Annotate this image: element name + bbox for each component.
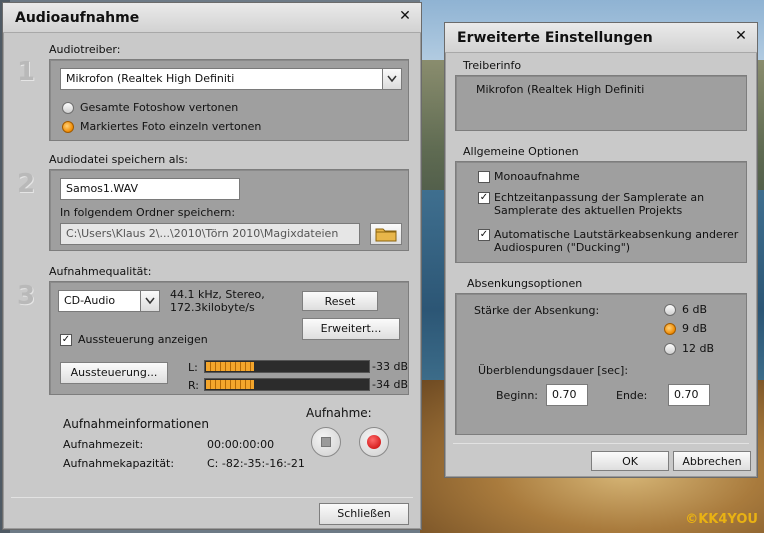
record-button[interactable] <box>359 427 389 457</box>
step-number-3: 3 <box>17 281 36 311</box>
record-capacity-value: C: -82:-35:-16:-21 <box>207 457 305 470</box>
radio-strength-6db[interactable] <box>664 304 676 316</box>
step-number-1: 1 <box>17 57 36 87</box>
quality-select[interactable]: CD-Audio <box>58 290 160 312</box>
driver-info-group: Mikrofon (Realtek High Definiti <box>455 75 747 131</box>
mono-checkbox[interactable] <box>478 171 490 183</box>
end-label: Ende: <box>616 389 648 402</box>
begin-input[interactable]: 0.70 <box>546 384 588 406</box>
driver-info-value: Mikrofon (Realtek High Definiti <box>476 83 645 96</box>
radio-strength-9db-label: 9 dB <box>682 322 708 335</box>
ducking-options-group: Stärke der Absenkung: 6 dB 9 dB 12 dB Üb… <box>455 293 747 435</box>
radio-strength-12db[interactable] <box>664 343 676 355</box>
level-meter-right-fill <box>206 380 254 389</box>
folder-label: In folgendem Ordner speichern: <box>60 206 236 219</box>
close-icon[interactable]: ✕ <box>397 8 413 24</box>
radio-strength-9db[interactable] <box>664 323 676 335</box>
general-options-heading: Allgemeine Optionen <box>463 145 579 158</box>
file-heading: Audiodatei speichern als: <box>49 153 188 166</box>
samplerate-label-line1: Echtzeitanpassung der Samplerate an <box>494 191 705 204</box>
advanced-button[interactable]: Erweitert... <box>302 318 400 340</box>
radio-strength-12db-label: 12 dB <box>682 342 715 355</box>
record-time-value: 00:00:00:00 <box>207 438 275 451</box>
samplerate-label-line2: Samplerate des aktuellen Projekts <box>494 204 683 217</box>
chevron-down-icon[interactable] <box>382 69 401 89</box>
stop-button[interactable] <box>311 427 341 457</box>
mono-label: Monoaufnahme <box>494 170 580 183</box>
show-level-label: Aussteuerung anzeigen <box>78 333 208 346</box>
close-button[interactable]: Schließen <box>319 503 409 525</box>
browse-folder-button[interactable] <box>370 223 402 245</box>
begin-label: Beginn: <box>496 389 539 402</box>
file-group: Samos1.WAV In folgendem Ordner speichern… <box>49 169 409 251</box>
chevron-down-icon[interactable] <box>140 291 159 311</box>
filename-input[interactable]: Samos1.WAV <box>60 178 240 200</box>
record-icon <box>367 435 381 449</box>
ducking-label-line1: Automatische Lautstärkeabsenkung anderer <box>494 228 739 241</box>
level-meter-left <box>204 360 370 373</box>
meter-right-db: -34 dB <box>372 378 408 391</box>
show-level-checkbox[interactable]: ✓ <box>60 334 72 346</box>
folder-icon <box>375 228 397 242</box>
meter-left-db: -33 dB <box>372 360 408 373</box>
level-meter-left-fill <box>206 362 254 371</box>
folder-path-input[interactable]: C:\Users\Klaus 2\...\2010\Törn 2010\Magi… <box>60 223 360 245</box>
quality-info-line2: 172.3kilobyte/s <box>170 301 255 314</box>
ducking-checkbox[interactable]: ✓ <box>478 229 490 241</box>
meter-left-channel: L: <box>188 361 198 374</box>
radio-single-photo[interactable] <box>62 121 74 133</box>
crossfade-label: Überblendungsdauer [sec]: <box>478 364 629 377</box>
watermark: ©KK4YOU <box>685 512 758 527</box>
general-options-group: Monoaufnahme ✓ Echtzeitanpassung der Sam… <box>455 161 747 263</box>
reset-button[interactable]: Reset <box>302 291 378 311</box>
driver-info-heading: Treiberinfo <box>463 59 522 72</box>
record-time-label: Aufnahmezeit: <box>63 438 144 451</box>
strength-label: Stärke der Absenkung: <box>474 304 600 317</box>
ducking-label-line2: Audiospuren ("Ducking") <box>494 241 631 254</box>
step-number-2: 2 <box>17 169 36 199</box>
record-capacity-label: Aufnahmekapazität: <box>63 457 175 470</box>
driver-group: Mikrofon (Realtek High Definiti Gesamte … <box>49 59 409 141</box>
quality-heading: Aufnahmequalität: <box>49 265 152 278</box>
footer-separator <box>453 443 749 444</box>
record-heading: Aufnahme: <box>306 406 372 420</box>
quality-select-value: CD-Audio <box>64 294 116 307</box>
radio-strength-6db-label: 6 dB <box>682 303 708 316</box>
driver-select[interactable]: Mikrofon (Realtek High Definiti <box>60 68 402 90</box>
driver-heading: Audiotreiber: <box>49 43 121 56</box>
cancel-button[interactable]: Abbrechen <box>673 451 751 471</box>
driver-select-value: Mikrofon (Realtek High Definiti <box>66 72 235 85</box>
dialog-title: Audioaufnahme <box>3 3 421 33</box>
level-settings-button[interactable]: Aussteuerung... <box>60 362 168 384</box>
radio-full-slideshow-label: Gesamte Fotoshow vertonen <box>80 101 239 114</box>
samplerate-checkbox[interactable]: ✓ <box>478 192 490 204</box>
info-heading: Aufnahmeinformationen <box>63 417 209 431</box>
meter-right-channel: R: <box>188 379 200 392</box>
dialog-title: Erweiterte Einstellungen <box>445 23 757 53</box>
quality-group: CD-Audio 44.1 kHz, Stereo, 172.3kilobyte… <box>49 281 409 395</box>
stop-icon <box>321 437 331 447</box>
ok-button[interactable]: OK <box>591 451 669 471</box>
close-icon[interactable]: ✕ <box>733 28 749 44</box>
radio-single-photo-label: Markiertes Foto einzeln vertonen <box>80 120 262 133</box>
footer-separator <box>11 497 413 498</box>
ducking-options-heading: Absenkungsoptionen <box>467 277 583 290</box>
level-meter-right <box>204 378 370 391</box>
end-input[interactable]: 0.70 <box>668 384 710 406</box>
advanced-settings-dialog: Erweiterte Einstellungen ✕ Treiberinfo M… <box>444 22 758 478</box>
audio-recording-dialog: Audioaufnahme ✕ 1 2 3 Audiotreiber: Mikr… <box>2 2 422 530</box>
radio-full-slideshow[interactable] <box>62 102 74 114</box>
quality-info-line1: 44.1 kHz, Stereo, <box>170 288 265 301</box>
